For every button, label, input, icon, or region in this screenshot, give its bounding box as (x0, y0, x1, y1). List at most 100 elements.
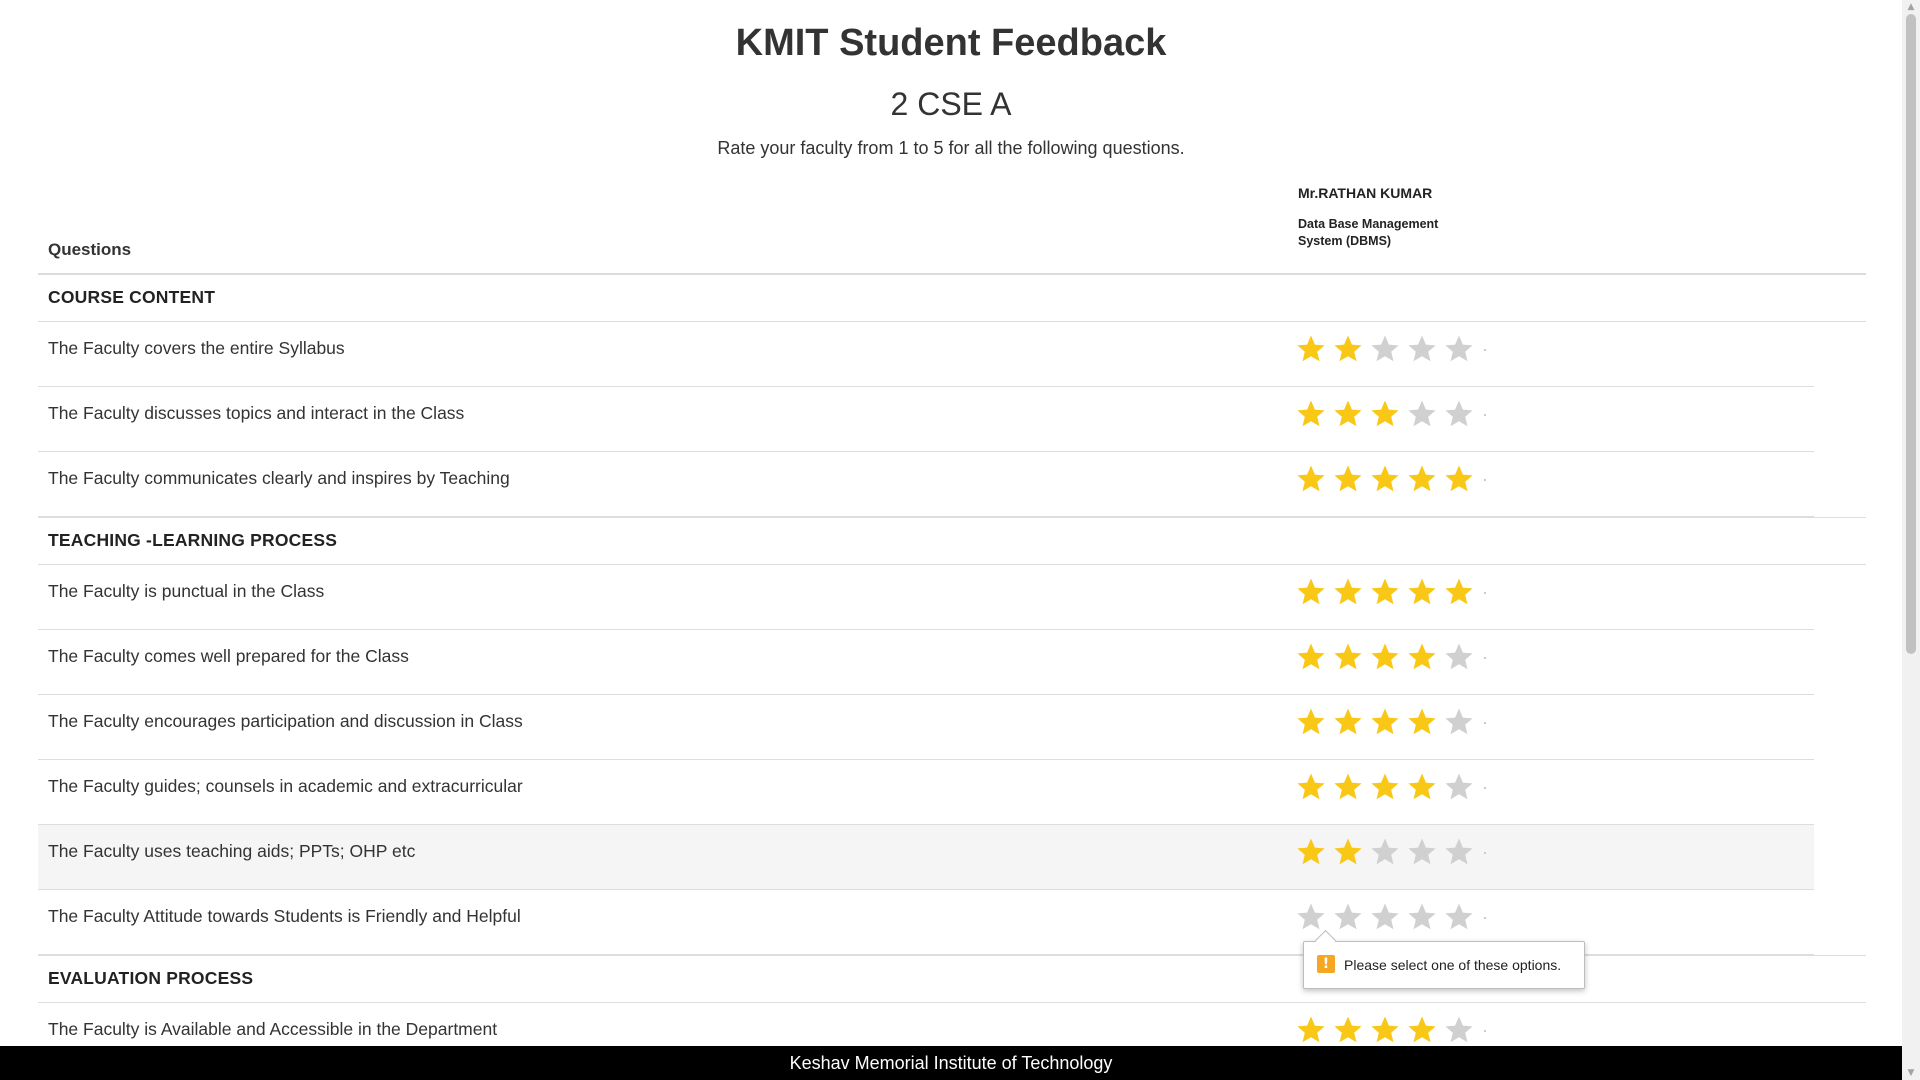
footer-bar: Keshav Memorial Institute of Technology (0, 1046, 1902, 1080)
category-label: TEACHING -LEARNING PROCESS (48, 530, 338, 550)
star-rating[interactable] (1296, 902, 1481, 934)
question-row: The Faculty guides; counsels in academic… (38, 760, 1814, 825)
rating-radio-input[interactable] (1484, 1030, 1486, 1032)
category-label: COURSE CONTENT (48, 287, 216, 307)
question-row: The Faculty communicates clearly and ins… (38, 452, 1814, 517)
star-icon[interactable] (1444, 902, 1481, 934)
star-rating[interactable] (1296, 334, 1481, 366)
rating-radio-input[interactable] (1484, 917, 1486, 919)
rating-radio-input[interactable] (1484, 787, 1486, 789)
rating-instruction: Rate your faculty from 1 to 5 for all th… (717, 138, 1185, 158)
star-icon[interactable] (1370, 577, 1407, 609)
star-icon[interactable] (1370, 837, 1407, 869)
question-text: The Faculty encourages participation and… (48, 711, 523, 731)
star-icon[interactable] (1333, 772, 1370, 804)
rating-radio-input[interactable] (1484, 349, 1486, 351)
star-icon[interactable] (1370, 772, 1407, 804)
star-icon[interactable] (1407, 902, 1444, 934)
question-text: The Faculty is Available and Accessible … (48, 1019, 498, 1039)
star-icon[interactable] (1407, 772, 1444, 804)
star-icon[interactable] (1333, 642, 1370, 674)
star-rating[interactable] (1296, 399, 1481, 431)
question-text: The Faculty uses teaching aids; PPTs; OH… (48, 841, 416, 861)
star-icon[interactable] (1333, 707, 1370, 739)
scroll-down-arrow-icon[interactable]: ▼ (1902, 1066, 1920, 1080)
star-rating[interactable] (1296, 464, 1481, 496)
scrollbar-thumb[interactable] (1906, 14, 1916, 654)
star-icon[interactable] (1370, 399, 1407, 431)
star-icon[interactable] (1296, 1015, 1333, 1047)
question-row: The Faculty is punctual in the Class (38, 565, 1814, 630)
star-icon[interactable] (1444, 642, 1481, 674)
star-icon[interactable] (1296, 577, 1333, 609)
star-icon[interactable] (1407, 837, 1444, 869)
scroll-up-arrow-icon[interactable]: ▲ (1902, 0, 1920, 14)
rating-radio-input[interactable] (1484, 479, 1486, 481)
star-icon[interactable] (1296, 707, 1333, 739)
star-rating[interactable] (1296, 837, 1481, 869)
star-icon[interactable] (1407, 334, 1444, 366)
faculty-name: Mr.RATHAN KUMAR (1298, 185, 1433, 201)
question-text: The Faculty covers the entire Syllabus (48, 338, 345, 358)
rating-radio-input[interactable] (1484, 852, 1486, 854)
category-row: TEACHING -LEARNING PROCESS (38, 518, 1866, 565)
star-icon[interactable] (1407, 642, 1444, 674)
question-text: The Faculty comes well prepared for the … (48, 646, 409, 666)
star-icon[interactable] (1296, 837, 1333, 869)
star-icon[interactable] (1444, 772, 1481, 804)
footer-text: Keshav Memorial Institute of Technology (789, 1053, 1113, 1073)
question-text: The Faculty communicates clearly and ins… (48, 468, 510, 488)
star-icon[interactable] (1407, 577, 1444, 609)
star-icon[interactable] (1444, 1015, 1481, 1047)
question-text: The Faculty guides; counsels in academic… (48, 776, 523, 796)
question-row: The Faculty discusses topics and interac… (38, 387, 1814, 452)
rating-radio-input[interactable] (1484, 592, 1486, 594)
star-icon[interactable] (1333, 334, 1370, 366)
star-icon[interactable] (1370, 642, 1407, 674)
star-icon[interactable] (1333, 399, 1370, 431)
star-icon[interactable] (1333, 464, 1370, 496)
category-label: EVALUATION PROCESS (48, 968, 254, 988)
star-icon[interactable] (1407, 1015, 1444, 1047)
question-text: The Faculty Attitude towards Students is… (48, 906, 521, 926)
star-icon[interactable] (1333, 902, 1370, 934)
questions-column-header: Questions (48, 240, 132, 259)
star-icon[interactable] (1370, 707, 1407, 739)
star-rating[interactable] (1296, 1015, 1481, 1047)
star-icon[interactable] (1296, 772, 1333, 804)
star-icon[interactable] (1444, 399, 1481, 431)
star-icon[interactable] (1333, 1015, 1370, 1047)
star-rating[interactable] (1296, 642, 1481, 674)
validation-tooltip: ! Please select one of these options. (1303, 941, 1585, 989)
star-rating[interactable] (1296, 577, 1481, 609)
star-icon[interactable] (1444, 837, 1481, 869)
star-icon[interactable] (1407, 399, 1444, 431)
star-icon[interactable] (1444, 334, 1481, 366)
warning-icon: ! (1317, 955, 1335, 973)
star-icon[interactable] (1444, 464, 1481, 496)
rating-radio-input[interactable] (1484, 414, 1486, 416)
star-icon[interactable] (1370, 334, 1407, 366)
category-row: EVALUATION PROCESS (38, 956, 1866, 1003)
star-rating[interactable] (1296, 707, 1481, 739)
star-icon[interactable] (1370, 1015, 1407, 1047)
star-icon[interactable] (1370, 902, 1407, 934)
star-icon[interactable] (1407, 464, 1444, 496)
star-icon[interactable] (1333, 837, 1370, 869)
star-icon[interactable] (1296, 902, 1333, 934)
star-icon[interactable] (1296, 399, 1333, 431)
star-icon[interactable] (1370, 464, 1407, 496)
question-row: The Faculty encourages participation and… (38, 695, 1814, 760)
star-rating[interactable] (1296, 772, 1481, 804)
vertical-scrollbar[interactable]: ▲ ▼ (1902, 0, 1920, 1080)
star-icon[interactable] (1296, 642, 1333, 674)
star-icon[interactable] (1444, 707, 1481, 739)
rating-radio-input[interactable] (1484, 657, 1486, 659)
star-icon[interactable] (1444, 577, 1481, 609)
star-icon[interactable] (1333, 577, 1370, 609)
star-icon[interactable] (1407, 707, 1444, 739)
star-icon[interactable] (1296, 334, 1333, 366)
question-text: The Faculty discusses topics and interac… (48, 403, 465, 423)
star-icon[interactable] (1296, 464, 1333, 496)
rating-radio-input[interactable] (1484, 722, 1486, 724)
